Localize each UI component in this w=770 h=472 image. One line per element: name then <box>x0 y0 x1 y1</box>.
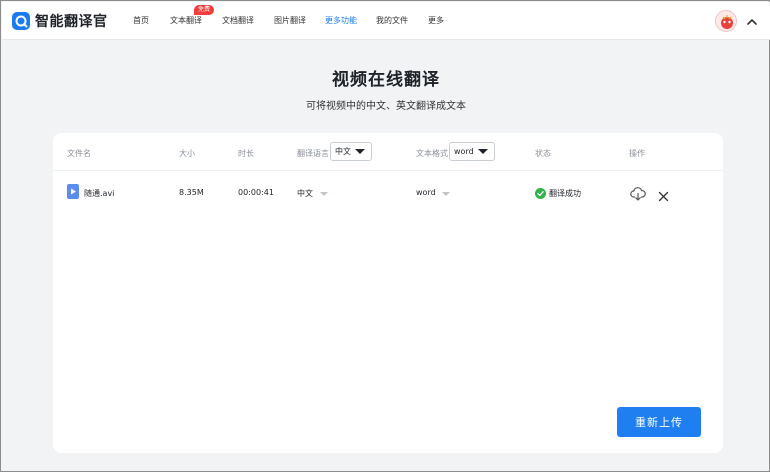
nav-item-image-translate[interactable]: 图片翻译 <box>274 15 306 26</box>
nav-item-my-files[interactable]: 我的文件 <box>376 15 408 26</box>
header-format: 文本格式 <box>416 149 448 158</box>
header-actions: 操作 <box>629 149 645 158</box>
header-duration: 时长 <box>238 149 254 158</box>
reupload-button[interactable]: 重新上传 <box>617 407 701 437</box>
caret-down-icon <box>478 149 488 154</box>
caret-down-icon <box>355 149 365 154</box>
close-icon[interactable] <box>658 187 669 202</box>
nav-item-more[interactable]: 更多 <box>428 15 444 26</box>
format-select-value: word <box>454 147 474 156</box>
row-format[interactable]: word <box>416 188 436 197</box>
caret-down-icon[interactable] <box>320 192 328 196</box>
nav-item-text-translate[interactable]: 文本翻译 <box>170 15 202 26</box>
avatar[interactable] <box>715 10 737 32</box>
header-filename: 文件名 <box>67 149 91 158</box>
cloud-download-icon[interactable] <box>630 186 646 201</box>
status-text: 翻译成功 <box>549 189 581 198</box>
file-size: 8.35M <box>179 188 204 197</box>
page-title: 视频在线翻译 <box>332 70 440 90</box>
page-subtitle: 可将视频中的中文、英文翻译成文本 <box>306 101 466 112</box>
header-status: 状态 <box>535 149 551 158</box>
language-select-value: 中文 <box>335 147 351 156</box>
nav-item-home[interactable]: 首页 <box>133 15 149 26</box>
format-select[interactable]: word <box>449 142 495 161</box>
logo-icon <box>12 12 30 30</box>
header-divider <box>53 170 723 171</box>
header-size: 大小 <box>179 149 195 158</box>
app-title: 智能翻译官 <box>35 14 108 30</box>
row-language[interactable]: 中文 <box>297 188 313 199</box>
free-badge: 免费 <box>194 5 215 15</box>
nav-item-doc-translate[interactable]: 文档翻译 <box>222 15 254 26</box>
top-nav-bar: 智能翻译官 首页 文本翻译 免费 文档翻译 图片翻译 更多功能 我的文件 更多 <box>2 2 770 40</box>
file-name: 随通.avi <box>84 189 115 198</box>
nav-item-more-features[interactable]: 更多功能 <box>325 15 357 26</box>
file-table-card: 文件名 大小 时长 翻译语言 中文 文本格式 word 状态 操作 随通.avi… <box>53 133 723 453</box>
caret-down-icon[interactable] <box>442 192 450 196</box>
language-select[interactable]: 中文 <box>330 142 372 161</box>
header-language: 翻译语言 <box>297 149 329 158</box>
file-duration: 00:00:41 <box>238 188 274 197</box>
chevron-up-icon[interactable] <box>745 14 759 28</box>
check-circle-icon <box>535 188 546 199</box>
app-window: 智能翻译官 首页 文本翻译 免费 文档翻译 图片翻译 更多功能 我的文件 更多 … <box>0 0 770 472</box>
video-file-icon <box>67 184 79 199</box>
